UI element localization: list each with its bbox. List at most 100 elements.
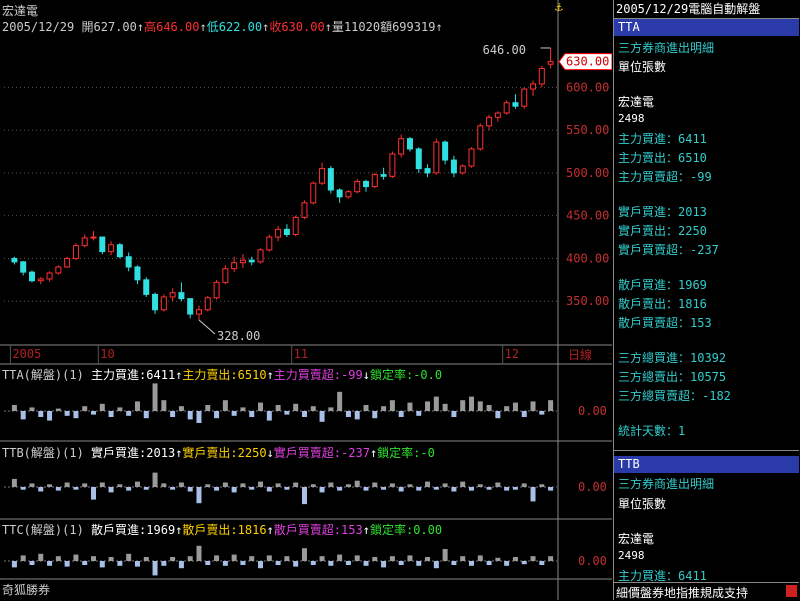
last-price-label: 630.00 <box>566 55 609 69</box>
candle-body <box>450 159 457 174</box>
indicator-bar <box>486 405 492 411</box>
tta-stock-name: 宏達電 <box>618 95 655 109</box>
indicator-bar <box>196 411 202 423</box>
candle-body <box>319 168 326 184</box>
tta-b-label: 主力賣出: <box>182 368 238 382</box>
indicator-bar <box>91 556 97 561</box>
candle-body <box>301 202 308 218</box>
indicator-bar <box>231 554 237 561</box>
indicator-bar <box>319 487 325 493</box>
indicator-bar <box>345 561 351 565</box>
indicator-bar <box>126 553 132 561</box>
indicator-bar <box>258 481 264 487</box>
indicator-bar <box>205 484 211 487</box>
ttc-c-label: 散戶買賣超: <box>273 523 342 537</box>
indicator-bar <box>442 403 448 411</box>
indicator-bar <box>337 487 343 491</box>
candle-body <box>134 266 141 281</box>
y-tick-label: 450.00 <box>566 209 609 223</box>
indicator-bar <box>161 400 167 411</box>
indicator-bar <box>442 549 448 561</box>
tta-title: TTA(解盤)(1) <box>2 368 84 382</box>
indicator-bar <box>64 482 70 487</box>
indicator-bar <box>170 557 176 561</box>
indicator-bar <box>389 556 395 561</box>
ttc-b-value: 1816 <box>237 523 267 537</box>
footer-brand: 奇狐勝券 <box>2 583 51 597</box>
candle-body <box>143 279 150 295</box>
ttc-a-value: 1969 <box>146 523 176 537</box>
indicator-bar <box>425 481 431 487</box>
indicator-bar <box>442 483 448 487</box>
indicator-bar <box>222 561 228 566</box>
indicator-bar <box>460 556 466 561</box>
ttb-b-value: 2250 <box>237 446 267 460</box>
indicator-bar <box>82 483 88 487</box>
candle-body <box>257 249 264 263</box>
candle-body <box>310 182 317 204</box>
indicator-bar <box>55 408 61 411</box>
indicator-bar <box>433 396 439 411</box>
tta-row: 主力買賣超：-99 <box>618 170 712 184</box>
indicator-bar <box>319 556 325 561</box>
tta-row: 三方總買賣超：-182 <box>618 389 731 403</box>
candle-body <box>90 236 97 239</box>
tta-row: 主力買進：6411 <box>618 132 707 146</box>
ttb-a-label: 實戶買進: <box>91 446 147 460</box>
ttb-c-label: 實戶買賣超: <box>273 446 342 460</box>
x-tick-label: 12 <box>505 347 519 361</box>
indicator-bar <box>231 487 237 493</box>
indicator-bar <box>231 411 237 416</box>
candle-body <box>283 228 290 235</box>
candle-body <box>538 68 545 85</box>
indicator-bar <box>293 403 299 411</box>
indicator-bar <box>143 557 149 561</box>
indicator-bar <box>284 487 290 490</box>
zero-label: 0.00 <box>578 480 607 494</box>
candle-body <box>152 293 159 311</box>
indicator-bar <box>47 561 53 566</box>
main-chart-area[interactable]: 宏達電 2005/12/29 開627.00↑高646.00↑低622.00↑收… <box>0 0 612 600</box>
indicator-bar <box>328 407 334 411</box>
indicator-bar <box>345 484 351 487</box>
panel-header: 2005/12/29電腦自動解盤 <box>614 0 799 19</box>
indicator-bar <box>240 407 246 411</box>
ttb-stock-code: 2498 <box>618 549 645 562</box>
y-tick-label: 350.00 <box>566 294 609 308</box>
indicator-bar <box>11 405 17 411</box>
indicator-bar <box>521 411 527 417</box>
indicator-bar <box>258 402 264 411</box>
indicator-bar <box>451 561 457 565</box>
candle-body <box>354 180 361 193</box>
indicator-bar <box>389 400 395 411</box>
x-tick-label: 2005 <box>12 347 41 361</box>
ttb-title: TTB(解盤)(1) <box>2 446 84 460</box>
ttb-c-value: -237 <box>341 446 370 460</box>
indicator-bar <box>205 405 211 411</box>
indicator-bar <box>301 411 307 417</box>
zero-label: 0.00 <box>578 404 607 418</box>
candle-body <box>116 244 123 258</box>
indicator-bar <box>381 406 387 411</box>
candle-body <box>195 309 202 315</box>
indicator-bar <box>468 396 474 411</box>
indicator-bar <box>433 487 439 490</box>
indicator-bar <box>205 561 211 565</box>
candle-body <box>231 262 238 270</box>
chart-svg: 350.00 400.00 450.00 500.00 550.00 600.00 646.… <box>0 0 612 600</box>
indicator-bar <box>170 411 176 417</box>
close-icon[interactable] <box>786 585 797 597</box>
indicator-bar <box>38 487 44 492</box>
indicator-bar <box>99 482 105 487</box>
indicator-bar <box>47 484 53 487</box>
ttc-c-value: 153 <box>341 523 363 537</box>
indicator-bar <box>38 411 44 417</box>
candle-body <box>380 174 387 177</box>
indicator-bar <box>170 487 176 490</box>
candle-body <box>433 141 440 174</box>
tab-ttb[interactable]: TTB <box>614 456 799 473</box>
indicator-bar <box>530 401 536 411</box>
tab-tta[interactable]: TTA <box>614 19 799 36</box>
down-arrow-icon: ↓ <box>266 446 274 460</box>
indicator-bar <box>249 556 255 561</box>
